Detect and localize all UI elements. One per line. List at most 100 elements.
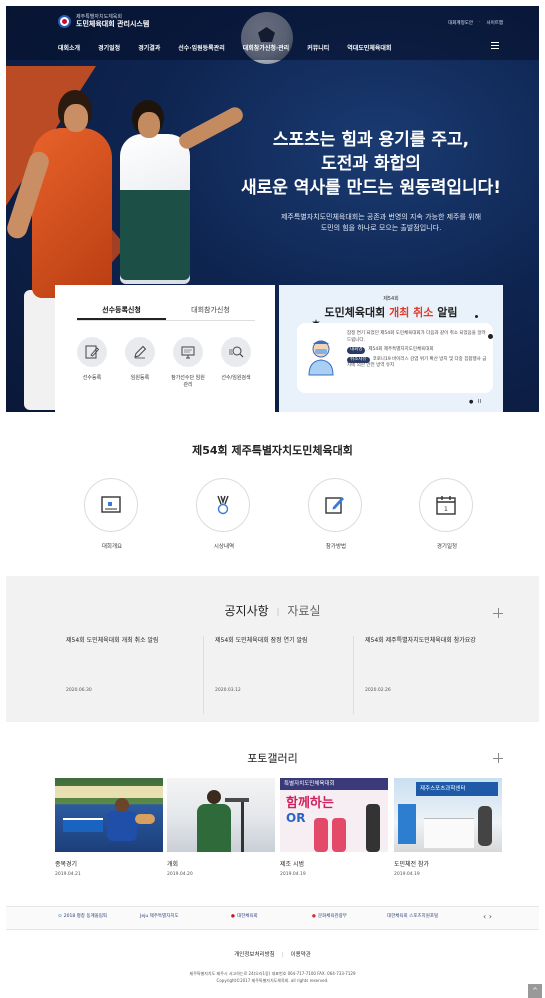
util-link-sitemap[interactable]: 사이트맵	[486, 20, 503, 26]
calendar-icon: 1	[436, 496, 456, 515]
site-logo[interactable]: 제주특별자치도체육회 도민체육대회 관리시스템	[58, 14, 150, 29]
tab-player-registration[interactable]: 선수등록신청	[77, 303, 166, 320]
nav-item-history[interactable]: 역대도민체육대회	[347, 43, 391, 52]
hero-title-line: 스포츠는 힘과 용기를 주고,	[272, 130, 470, 150]
banner-text: 함께하는	[286, 796, 334, 811]
section-title: 제54회 제주특별자치도민체육대회	[192, 444, 353, 457]
gallery-photo-booth: 제주스포츠과학센터	[394, 778, 502, 852]
quick-item-officer[interactable]: 임원등록	[121, 337, 159, 389]
notice-item[interactable]: 제54회 제주특별자치도민체육대회 참가요강 2020.02.26	[353, 636, 501, 714]
popup-title-end: 알림	[437, 306, 458, 319]
notice-item[interactable]: 제54회 도민체육대회 개최 취소 알림 2020.06.30	[66, 636, 214, 714]
nav-item-intro[interactable]: 대회소개	[58, 43, 80, 52]
gallery-caption: 도민체전 참가	[394, 861, 430, 868]
feature-overview[interactable]: 대회개요	[84, 478, 140, 550]
nav-item-registration[interactable]: 선수·임원등록관리	[178, 43, 224, 52]
more-plus-icon[interactable]	[493, 608, 503, 618]
terms-link[interactable]: 이용약관	[291, 952, 311, 958]
gallery-item[interactable]: 특별자치도민체육대회 함께하는 OR 제조 시범 2019.04.19	[280, 778, 388, 877]
virus-dot-icon	[475, 315, 478, 318]
notice-title: 제54회 도민체육대회 잠정 연기 알림	[215, 637, 308, 644]
feature-label: 시상내역	[213, 544, 235, 550]
quick-item-search[interactable]: 선수/임원검색	[217, 337, 255, 389]
feature-awards[interactable]: 시상내역	[196, 478, 252, 550]
feature-label: 참가방법	[325, 544, 347, 550]
feature-schedule[interactable]: 1 경기일정	[419, 478, 475, 550]
popup-row: 취소사유 코로나19 바이러스 감염 위기 확산 방지 및 다중 집합행사 금지에…	[347, 356, 487, 370]
popup-title-highlight: 개최 취소	[389, 306, 434, 319]
banner-text: 제주스포츠과학센터	[416, 782, 498, 796]
nav-item-community[interactable]: 커뮤니티	[307, 43, 329, 52]
nav-item-results[interactable]: 경기결과	[138, 43, 160, 52]
doctor-mask-icon	[308, 340, 334, 376]
notice-title: 제54회 제주특별자치도민체육대회 참가요강	[365, 637, 476, 644]
footer-address: 제주특별자치도 제주시 서고하는로 24(오라1동) 대표번호 064-717-…	[0, 971, 545, 984]
hero-sub-line: 제주특별자치도민체육대회는 공존과 번영의 지속 가능한 제주를 위해	[280, 213, 482, 221]
nav-item-entry[interactable]: 대회참가신청·관리	[243, 43, 289, 52]
olympic-rings-icon: ⊙	[58, 913, 62, 919]
notice-date: 2020.02.26	[365, 688, 391, 693]
nav-item-schedule[interactable]: 경기일정	[98, 43, 120, 52]
partner-slider-arrows[interactable]: ‹ ›	[483, 912, 492, 921]
tab-entry-application[interactable]: 대회참가신청	[166, 303, 255, 320]
hero-title-line: 새로운 역사를 만드는 원동력입니다!	[240, 178, 502, 198]
scroll-top-button[interactable]: ^	[528, 984, 542, 998]
quick-menu-box: 선수등록신청 대회참가신청 선수등록 임원등록 참가선수단 임원 관리 선수/임…	[55, 285, 275, 412]
quick-item-team-manage[interactable]: 참가선수단 임원 관리	[169, 337, 207, 389]
copyright-text: Copyright©2017 제주특별자치도체육회. all rights re…	[216, 977, 329, 983]
page: 제주특별자치도체육회 도민체육대회 관리시스템 대회계정도안 · 사이트맵 대회…	[0, 0, 545, 998]
util-link-guide[interactable]: 대회계정도안	[448, 20, 473, 26]
popup-description: 잠정 연기 되었던 제54회 도민체육대회가 다음과 같이 취소 되었음을 알려…	[347, 331, 486, 343]
feature-how-to-join[interactable]: 참가방법	[308, 478, 364, 550]
gallery-photo-opening	[167, 778, 275, 852]
gallery-title: 포토갤러리	[247, 752, 298, 765]
gallery-item[interactable]: 개회 2019.04.20	[167, 778, 275, 877]
utility-links: 대회계정도안 · 사이트맵	[448, 20, 503, 26]
mcst-emblem-icon: ●	[312, 913, 316, 919]
logo-emblem-icon	[58, 15, 71, 29]
hero-title-line: 도전과 화합의	[321, 154, 421, 174]
notice-item[interactable]: 제54회 도민체육대회 잠정 연기 알림 2020.03.12	[203, 636, 351, 714]
notice-popup[interactable]: 제54회 도민체육대회 개최 취소 알림 잠정 연기 되었던 제54회 도민체육…	[279, 285, 503, 412]
main-nav: 대회소개 경기일정 경기결과 선수·임원등록관리 대회참가신청·관리 커뮤니티 …	[58, 43, 409, 52]
popup-pager[interactable]: ● II	[469, 399, 484, 405]
gallery-date: 2019.04.19	[280, 872, 306, 877]
gallery-item[interactable]: 종목경기 2019.04.21	[55, 778, 163, 877]
pager-dot[interactable]: ●	[469, 399, 473, 405]
partner-name: 대한체육회	[236, 914, 258, 919]
menu-icon[interactable]	[491, 42, 499, 49]
pencil-icon	[134, 345, 147, 359]
gallery-item[interactable]: 제주스포츠과학센터 도민체전 참가 2019.04.19	[394, 778, 502, 877]
privacy-policy-link[interactable]: 개인정보처리방침	[234, 952, 274, 958]
partner-logo-pyeongchang[interactable]: ⊙ 2018 평창 동계올림픽	[58, 913, 107, 920]
partner-logo-jeju[interactable]: Jeju 제주특별자치도	[140, 913, 179, 919]
popup-tag: 대회명	[347, 347, 366, 354]
tab-notices[interactable]: 공지사항	[225, 604, 269, 618]
partner-logos: ⊙ 2018 평창 동계올림픽 Jeju 제주특별자치도 ● 대한체육회 ● 문화체육…	[6, 906, 539, 930]
hero-title: 스포츠는 힘과 용기를 주고, 도전과 화합의 새로운 역사를 만드는 원동력입…	[211, 128, 531, 200]
quick-item-player[interactable]: 선수등록	[73, 337, 111, 389]
gallery-photo-demo: 특별자치도민체육대회 함께하는 OR	[280, 778, 388, 852]
virus-dot-icon	[488, 334, 493, 339]
popup-title: 도민체육대회 개최 취소 알림	[279, 304, 503, 320]
gallery-date: 2019.04.20	[167, 872, 193, 877]
more-plus-icon[interactable]	[493, 753, 503, 763]
popup-ordinal: 제54회	[383, 296, 399, 302]
footer-links: 개인정보처리방침 | 이용약관	[234, 952, 311, 958]
tab-archive[interactable]: 자료실	[287, 604, 320, 618]
notice-date: 2020.03.12	[215, 688, 241, 693]
pause-button[interactable]: II	[478, 399, 481, 405]
svg-text:1: 1	[444, 506, 448, 513]
partner-name: 문화체육관광부	[317, 914, 347, 919]
gallery-date: 2019.04.19	[394, 872, 420, 877]
monitor-icon	[181, 346, 195, 359]
partner-logo-koc[interactable]: ● 대한체육회	[231, 913, 258, 920]
quick-item-label: 참가선수단 임원 관리	[171, 375, 205, 388]
notice-tabs: 공지사항 | 자료실	[224, 604, 321, 618]
partner-logo-mcst[interactable]: ● 문화체육관광부	[312, 913, 347, 920]
logo-title: 도민체육대회 관리시스템	[76, 19, 150, 28]
quick-icons: 선수등록 임원등록 참가선수단 임원 관리 선수/임원검색	[73, 337, 255, 389]
partner-logo-sports-portal[interactable]: 대한체육회 스포츠지원포털	[387, 913, 438, 919]
gallery-photo-table-tennis	[55, 778, 163, 852]
medal-icon	[217, 495, 229, 515]
